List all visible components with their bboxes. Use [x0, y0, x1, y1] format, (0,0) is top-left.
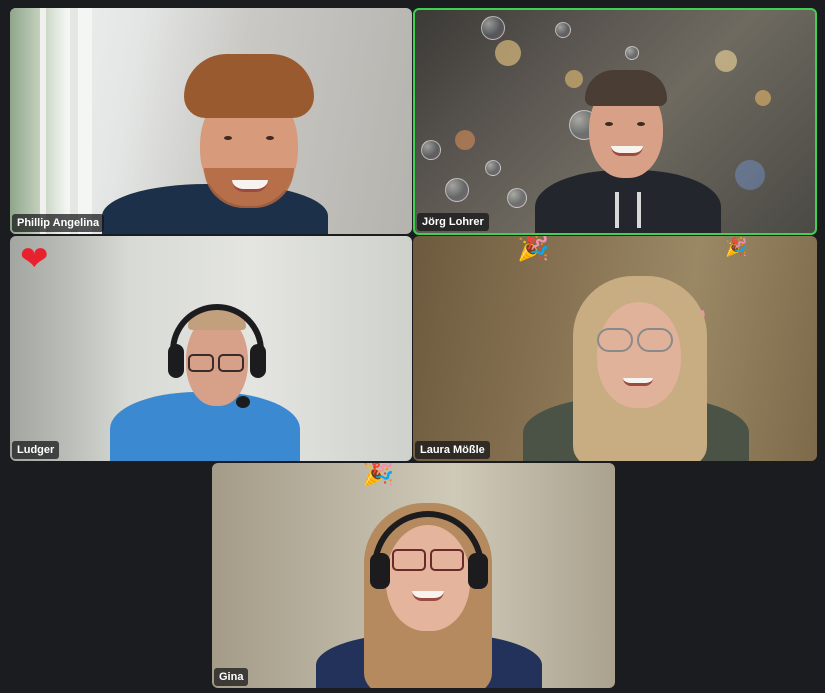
- bubble-effect: [445, 178, 469, 202]
- video-tile-laura-mossle[interactable]: 🎉 🎉 🎉 Laura Mößle: [413, 236, 817, 461]
- headset-microphone: [236, 396, 250, 408]
- person-eye: [637, 122, 645, 126]
- person-smile: [623, 378, 653, 386]
- bokeh-light: [495, 40, 521, 66]
- window-bar: [70, 8, 78, 234]
- participant-name-tag: Gina: [214, 668, 249, 686]
- participant-name-tag: Laura Mößle: [415, 441, 490, 459]
- glasses-lens: [637, 328, 673, 352]
- headset-earcup: [250, 344, 266, 378]
- person-head: [597, 302, 681, 408]
- video-tile-ludger[interactable]: ❤ Ludger: [10, 236, 412, 461]
- person-eye: [605, 122, 613, 126]
- participant-name-tag: Jörg Lohrer: [417, 213, 489, 231]
- person-shoulders: [535, 170, 721, 233]
- video-tile-phillip-angelina[interactable]: Phillip Angelina: [10, 8, 412, 234]
- headset-earcup: [168, 344, 184, 378]
- glasses-lens: [597, 328, 633, 352]
- person-hair: [184, 54, 314, 118]
- party-popper-reaction-icon: 🎉: [517, 236, 550, 262]
- hoodie-string: [615, 192, 619, 228]
- glasses-lens: [430, 549, 464, 571]
- video-tile-gina[interactable]: 🎉 Gina: [212, 463, 615, 688]
- heart-reaction-icon: ❤: [20, 240, 49, 278]
- bokeh-light: [455, 130, 475, 150]
- bokeh-light: [755, 90, 771, 106]
- bubble-effect: [485, 160, 501, 176]
- bubble-effect: [507, 188, 527, 208]
- person-glasses: [392, 549, 464, 571]
- bokeh-light: [565, 70, 583, 88]
- headset-earcup: [370, 553, 390, 589]
- bokeh-light: [715, 50, 737, 72]
- bubble-effect: [625, 46, 639, 60]
- glasses-lens: [188, 354, 214, 372]
- video-gallery: Phillip Angelina Jörg Lohrer ❤ Ludger 🎉 …: [0, 0, 825, 693]
- headset-earcup: [468, 553, 488, 589]
- glasses-lens: [392, 549, 426, 571]
- bubble-effect: [555, 22, 571, 38]
- participant-name-tag: Phillip Angelina: [12, 214, 105, 232]
- hoodie-string: [637, 192, 641, 228]
- participant-name-tag: Ludger: [12, 441, 60, 459]
- window-bar: [40, 8, 46, 234]
- party-popper-reaction-icon: 🎉: [725, 237, 748, 257]
- person-glasses: [188, 354, 244, 372]
- video-tile-jorg-lohrer[interactable]: Jörg Lohrer: [413, 8, 817, 235]
- person-smile: [412, 591, 444, 601]
- person-smile: [611, 146, 643, 156]
- bubble-effect: [481, 16, 505, 40]
- party-popper-reaction-icon: 🎉: [362, 463, 395, 487]
- glasses-lens: [218, 354, 244, 372]
- person-glasses: [597, 328, 673, 352]
- person-eye: [224, 136, 232, 140]
- person-hair: [585, 70, 667, 106]
- window-frame: [10, 8, 92, 234]
- bubble-effect: [421, 140, 441, 160]
- person-eye: [266, 136, 274, 140]
- bokeh-light: [735, 160, 765, 190]
